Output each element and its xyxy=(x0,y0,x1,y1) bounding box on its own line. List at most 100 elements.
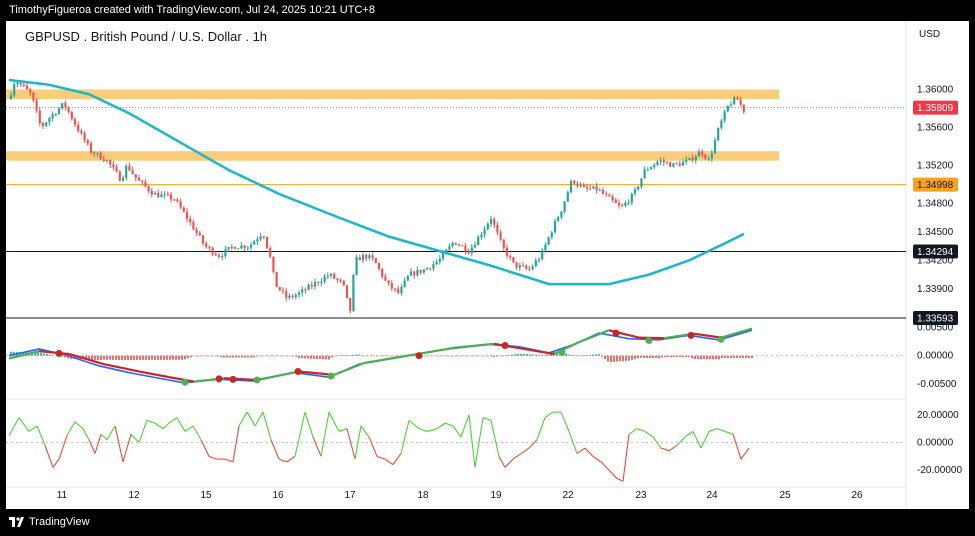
macd-histogram-bar xyxy=(214,355,216,357)
macd-histogram-bar xyxy=(253,355,255,358)
macd-histogram-bar xyxy=(637,355,639,359)
macd-histogram-bar xyxy=(322,355,324,360)
candle-body xyxy=(518,265,521,268)
macd-histogram-bar xyxy=(355,354,357,356)
macd-cross-dot xyxy=(215,375,223,383)
candle-body xyxy=(528,268,531,270)
candle-body xyxy=(339,279,342,281)
macd-histogram-bar xyxy=(370,355,372,357)
candle-body xyxy=(381,268,384,277)
candle-body xyxy=(371,255,374,259)
candle-body xyxy=(576,183,579,186)
macd-histogram-bar xyxy=(547,355,549,356)
macd-histogram-bar xyxy=(712,355,714,360)
macd-histogram-bar xyxy=(481,355,483,357)
time-tick-label: 24 xyxy=(706,490,718,501)
macd-histogram-bar xyxy=(187,355,189,359)
candle-body xyxy=(377,263,381,269)
resistance-zone xyxy=(6,151,779,161)
macd-histogram-bar xyxy=(685,355,687,357)
candle-body xyxy=(630,193,633,203)
macd-histogram-bar xyxy=(367,355,369,357)
osc-segment xyxy=(130,433,140,443)
osc-segment xyxy=(600,461,610,471)
candle-body xyxy=(217,255,221,258)
time-tick-label: 25 xyxy=(779,490,791,501)
osc-segment xyxy=(360,425,370,438)
candle-body xyxy=(358,257,361,261)
osc-segment xyxy=(668,444,678,452)
macd-histogram-bar xyxy=(169,355,171,360)
time-tick-label: 15 xyxy=(200,490,212,501)
macd-histogram-bar xyxy=(745,355,747,359)
osc-segment xyxy=(468,414,476,468)
candle-body xyxy=(320,281,323,284)
candle-body xyxy=(726,105,729,112)
macd-histogram-bar xyxy=(610,355,612,363)
osc-segment xyxy=(232,425,240,462)
macd-histogram-bar xyxy=(145,355,147,360)
candle-body xyxy=(403,280,406,287)
candle-body xyxy=(611,196,614,201)
macd-histogram-bar xyxy=(577,355,579,357)
price-tick-label: 1.36000 xyxy=(917,84,954,95)
candle-body xyxy=(38,110,41,124)
osc-segment xyxy=(732,434,742,460)
candle-body xyxy=(672,163,675,167)
macd-histogram-bar xyxy=(487,355,489,357)
macd-histogram-bar xyxy=(679,355,681,357)
osc-tick-label: -20.00000 xyxy=(917,465,962,476)
osc-segment xyxy=(724,430,734,435)
candle-body xyxy=(669,162,672,167)
macd-histogram-bar xyxy=(184,355,186,360)
candle-body xyxy=(425,268,429,270)
tradingview-logo[interactable]: TradingView xyxy=(9,516,90,528)
macd-histogram-bar xyxy=(613,355,615,362)
macd-histogram-bar xyxy=(454,355,456,357)
macd-histogram-bar xyxy=(538,354,540,356)
candle-body xyxy=(608,194,611,197)
macd-histogram-bar xyxy=(682,355,684,357)
candle-body xyxy=(57,108,61,115)
osc-segment xyxy=(536,417,546,440)
macd-histogram-bar xyxy=(223,355,225,358)
price-tag-label: 1.35809 xyxy=(917,103,954,114)
macd-histogram-bar xyxy=(349,354,351,356)
macd-histogram-bar xyxy=(709,355,711,360)
candle-body xyxy=(733,97,736,105)
macd-histogram-bar xyxy=(244,355,246,358)
osc-segment xyxy=(146,419,156,424)
candle-body xyxy=(160,194,163,198)
candle-body xyxy=(422,269,425,273)
macd-histogram-bar xyxy=(676,355,678,357)
candle-body xyxy=(80,131,83,133)
candle-body xyxy=(221,256,224,258)
macd-tick-label: -0.00500 xyxy=(917,379,957,390)
candle-body xyxy=(429,268,432,270)
osc-tick-label: 20.00000 xyxy=(917,410,959,421)
macd-histogram-bar xyxy=(46,353,48,356)
osc-segment xyxy=(208,455,218,460)
candle-body xyxy=(150,190,153,195)
macd-cross-dot xyxy=(717,335,725,343)
candle-body xyxy=(496,224,499,233)
candle-body xyxy=(349,297,352,312)
osc-segment xyxy=(584,447,594,457)
chart-frame: 1.36000 1.35600 1.35200 1.34800 1.34500 1.342… xyxy=(6,21,969,509)
osc-segment xyxy=(44,445,54,468)
price-tag-label: 1.34294 xyxy=(917,247,954,258)
osc-segment xyxy=(498,456,506,468)
macd-histogram-bar xyxy=(283,355,285,357)
currency-label[interactable]: USD xyxy=(919,29,940,40)
chart-canvas[interactable]: 1.36000 1.35600 1.35200 1.34800 1.34500 1.342… xyxy=(6,21,969,509)
macd-histogram-bar xyxy=(190,355,192,358)
macd-histogram-bar xyxy=(301,355,303,359)
macd-histogram-bar xyxy=(106,355,108,360)
macd-histogram-bar xyxy=(298,355,300,359)
candle-body xyxy=(387,280,390,284)
macd-histogram-bar xyxy=(211,355,213,357)
macd-histogram-bar xyxy=(496,355,498,357)
candle-body xyxy=(521,265,525,267)
osc-segment xyxy=(622,434,630,482)
candle-body xyxy=(173,199,176,201)
